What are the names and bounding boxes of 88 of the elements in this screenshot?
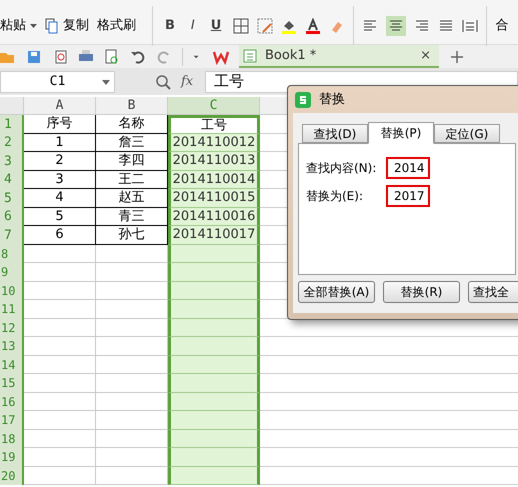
row-header[interactable]: 16 bbox=[0, 392, 24, 411]
column-header[interactable]: C bbox=[168, 97, 260, 114]
row-header[interactable]: 7 bbox=[0, 226, 24, 244]
dialog-button[interactable]: 查找全 bbox=[468, 281, 518, 303]
row-header[interactable]: 10 bbox=[0, 282, 24, 300]
table-cell: 5 bbox=[24, 208, 96, 226]
format-painter-button[interactable]: 格式刷 bbox=[97, 16, 136, 36]
undo-icon[interactable] bbox=[130, 48, 146, 64]
document-icon bbox=[243, 48, 257, 62]
table-cell bbox=[24, 318, 96, 337]
row-header[interactable]: 8 bbox=[0, 244, 24, 263]
font-color-icon[interactable] bbox=[305, 18, 322, 34]
underline-button[interactable]: U bbox=[206, 16, 226, 36]
dialog-title: 替换 bbox=[319, 90, 345, 109]
field-label: 替换为(E): bbox=[306, 188, 364, 205]
paste-button[interactable]: 粘贴 bbox=[0, 16, 37, 36]
table-cell bbox=[24, 430, 96, 448]
row-header[interactable]: 2 bbox=[0, 134, 24, 152]
caret-icon bbox=[30, 24, 37, 28]
table-cell: 序号 bbox=[24, 115, 96, 134]
save-icon[interactable] bbox=[26, 48, 42, 64]
app-icon bbox=[295, 92, 311, 108]
row-header[interactable]: 12 bbox=[0, 318, 24, 337]
row-header[interactable]: 14 bbox=[0, 356, 24, 374]
field-label: 查找内容(N): bbox=[306, 160, 378, 177]
table-cell: 1 bbox=[24, 134, 96, 152]
zoom-icon[interactable] bbox=[155, 74, 171, 90]
row-header[interactable]: 6 bbox=[0, 208, 24, 226]
table-cell: 3 bbox=[24, 170, 96, 189]
table-cell: 6 bbox=[24, 226, 96, 244]
table-cell: 2014110013 bbox=[168, 152, 260, 170]
dialog-button[interactable]: 替换(R) bbox=[383, 281, 460, 303]
row-header[interactable]: 1 bbox=[0, 115, 24, 134]
row-header[interactable]: 15 bbox=[0, 374, 24, 392]
row-header[interactable]: 20 bbox=[0, 466, 24, 485]
caret-icon bbox=[102, 80, 110, 86]
table-cell: 2 bbox=[24, 152, 96, 170]
row-header[interactable]: 11 bbox=[0, 300, 24, 318]
row-header[interactable]: 9 bbox=[0, 263, 24, 282]
table-cell: 2014110014 bbox=[168, 170, 260, 189]
dialog-tab[interactable]: 替换(P) bbox=[368, 122, 434, 144]
table-cell: 2014110016 bbox=[168, 208, 260, 226]
bold-button[interactable]: B bbox=[161, 16, 179, 36]
column-header[interactable]: A bbox=[24, 97, 96, 114]
row-header[interactable]: 17 bbox=[0, 411, 24, 430]
table-cell bbox=[24, 356, 96, 374]
table-cell: 2014110017 bbox=[168, 226, 260, 244]
table-cell bbox=[24, 300, 96, 318]
row-header[interactable]: 18 bbox=[0, 430, 24, 448]
table-cell: 2014110012 bbox=[168, 134, 260, 152]
table-cell bbox=[24, 282, 96, 300]
italic-button[interactable]: I bbox=[186, 16, 199, 36]
table-cell: 4 bbox=[24, 189, 96, 208]
table-cell bbox=[24, 392, 96, 411]
input-field[interactable]: 2017 bbox=[386, 185, 430, 207]
name-box[interactable]: C1 bbox=[0, 70, 115, 92]
table-cell: 2014110015 bbox=[168, 189, 260, 208]
document-tab[interactable]: Book1 * × bbox=[239, 45, 439, 68]
input-field[interactable]: 2014 bbox=[386, 157, 430, 179]
table-cell bbox=[24, 337, 96, 356]
table-cell: 工号 bbox=[168, 115, 260, 134]
merge-button[interactable]: 合 bbox=[495, 16, 508, 36]
row-header[interactable]: 4 bbox=[0, 170, 24, 189]
row-header[interactable]: 19 bbox=[0, 448, 24, 466]
row-header[interactable]: 13 bbox=[0, 337, 24, 356]
table-cell bbox=[24, 448, 96, 466]
fill-color-icon[interactable] bbox=[281, 18, 298, 34]
close-tab-button[interactable]: × bbox=[420, 46, 435, 66]
table-cell bbox=[24, 244, 96, 263]
dialog-tab[interactable]: 定位(G) bbox=[434, 124, 500, 143]
borders-icon[interactable] bbox=[233, 18, 250, 34]
distributed-icon[interactable] bbox=[462, 18, 478, 34]
table-cell bbox=[24, 466, 96, 485]
align-center-icon[interactable] bbox=[386, 16, 406, 36]
dialog-tab[interactable]: 查找(D) bbox=[302, 124, 368, 143]
table-cell bbox=[24, 374, 96, 392]
function-button[interactable]: fx bbox=[181, 72, 194, 92]
document-title: Book1 * bbox=[265, 46, 318, 65]
row-header[interactable]: 5 bbox=[0, 189, 24, 208]
table-cell bbox=[24, 411, 96, 430]
table-cell bbox=[24, 263, 96, 282]
preview-icon[interactable] bbox=[104, 48, 120, 64]
dialog-button[interactable]: 全部替换(A) bbox=[298, 281, 375, 303]
copy-icon bbox=[45, 18, 59, 34]
add-icon[interactable] bbox=[449, 48, 465, 64]
copy-button[interactable]: 复制 bbox=[45, 16, 89, 36]
row-header[interactable]: 3 bbox=[0, 152, 24, 170]
cell-style-icon[interactable] bbox=[257, 18, 274, 34]
